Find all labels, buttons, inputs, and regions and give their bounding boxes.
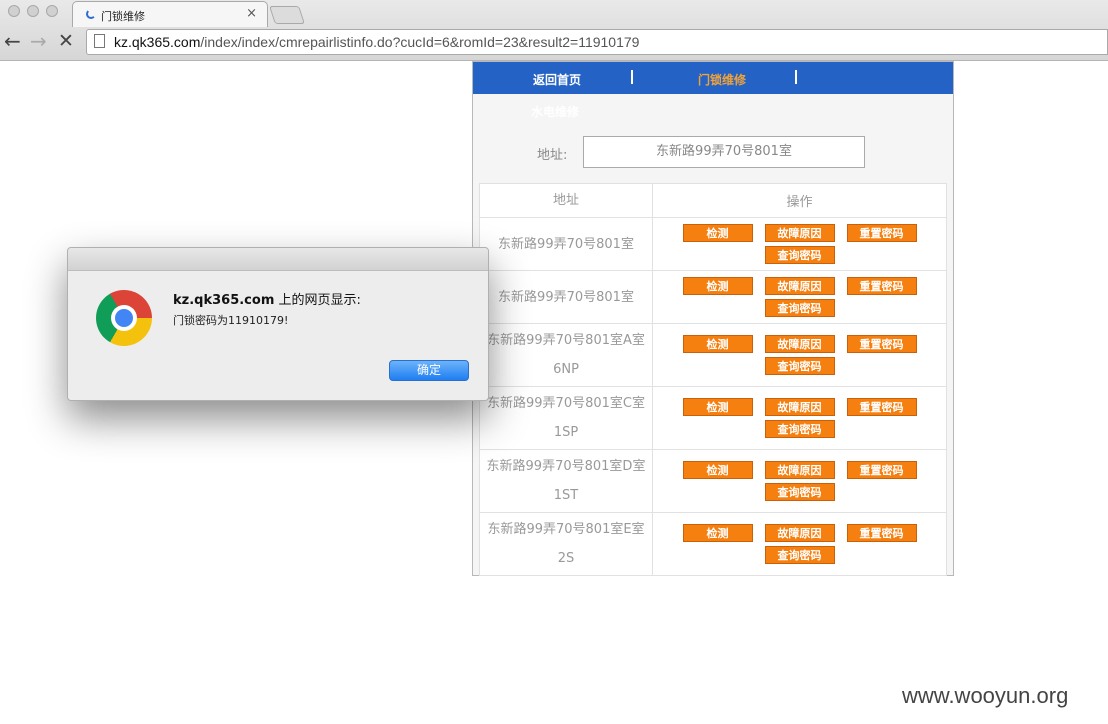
row-address-line: 1ST — [553, 488, 579, 503]
table-row: 东新路99弄70号801室E室 2S 检测 故障原因 重置密码查询密码 — [479, 512, 947, 576]
browser-chrome: 门锁维修 × ← → ✕ kz.qk365.com/index/index/cm… — [0, 0, 1108, 61]
stop-loading-icon[interactable]: ✕ — [58, 31, 74, 51]
row-actions: 检测 故障原因 重置密码查询密码 — [652, 386, 947, 450]
loading-spinner-icon — [86, 9, 96, 19]
row-address-line: 1SP — [553, 425, 579, 440]
fault-reason-button[interactable]: 故障原因 — [764, 277, 835, 295]
reset-password-button[interactable]: 重置密码 — [846, 524, 917, 542]
query-password-button[interactable]: 查询密码 — [764, 420, 835, 438]
top-nav: 返回首页 门锁维修 — [473, 62, 953, 94]
table-row: 东新路99弄70号801室C室 1SP 检测 故障原因 重置密码查询密码 — [479, 386, 947, 450]
nav-divider — [631, 70, 633, 84]
fault-reason-button[interactable]: 故障原因 — [764, 461, 835, 479]
detect-button[interactable]: 检测 — [682, 524, 753, 542]
row-address-line: 东新路99弄70号801室 — [498, 236, 634, 252]
reset-password-button[interactable]: 重置密码 — [846, 277, 917, 295]
row-actions: 检测 故障原因 重置密码查询密码 — [652, 512, 947, 576]
query-password-button[interactable]: 查询密码 — [764, 483, 835, 501]
forward-arrow-icon[interactable]: → — [30, 31, 47, 51]
reset-password-button[interactable]: 重置密码 — [846, 398, 917, 416]
query-password-button[interactable]: 查询密码 — [764, 246, 835, 264]
query-password-button[interactable]: 查询密码 — [764, 357, 835, 375]
watermark: www.wooyun.org — [902, 683, 1069, 708]
url-text: kz.qk365.com/index/index/cmrepairlistinf… — [114, 34, 640, 50]
room-table: 地址 操作 东新路99弄70号801室 检测 故障原因 重置密码查询密码 东新路99弄7… — [479, 183, 947, 576]
row-actions: 检测 故障原因 重置密码查询密码 — [652, 217, 947, 271]
row-address: 东新路99弄70号801室E室 2S — [479, 512, 653, 576]
reset-password-button[interactable]: 重置密码 — [846, 224, 917, 242]
row-address-line: 东新路99弄70号801室D室 — [486, 459, 646, 474]
address-field[interactable]: 东新路99弄70号801室 — [583, 136, 865, 168]
row-address: 东新路99弄70号801室D室 1ST — [479, 449, 653, 513]
browser-tab[interactable]: 门锁维修 × — [72, 1, 268, 27]
nav-home-link[interactable]: 返回首页 — [533, 71, 581, 88]
dialog-titlebar — [68, 248, 488, 271]
row-address-line: 东新路99弄70号801室C室 — [487, 396, 645, 411]
row-actions: 检测 故障原因 重置密码查询密码 — [652, 323, 947, 387]
fault-reason-button[interactable]: 故障原因 — [764, 335, 835, 353]
detect-button[interactable]: 检测 — [682, 335, 753, 353]
table-row: 东新路99弄70号801室A室 6NP 检测 故障原因 重置密码查询密码 — [479, 323, 947, 387]
address-label: 地址: — [537, 148, 568, 163]
reset-password-button[interactable]: 重置密码 — [846, 335, 917, 353]
column-header-actions: 操作 — [652, 183, 947, 218]
reset-password-button[interactable]: 重置密码 — [846, 461, 917, 479]
tab-title: 门锁维修 — [101, 10, 145, 23]
row-actions: 检测 故障原因 重置密码查询密码 — [652, 449, 947, 513]
chrome-logo-icon — [96, 290, 152, 346]
row-address: 东新路99弄70号801室A室 6NP — [479, 323, 653, 387]
table-row: 东新路99弄70号801室 检测 故障原因 重置密码查询密码 — [479, 217, 947, 271]
row-address: 东新路99弄70号801室C室 1SP — [479, 386, 653, 450]
minimize-window-icon[interactable] — [27, 5, 39, 17]
table-row: 东新路99弄70号801室 检测 故障原因 重置密码查询密码 — [479, 270, 947, 324]
detect-button[interactable]: 检测 — [682, 398, 753, 416]
fault-reason-button[interactable]: 故障原因 — [764, 224, 835, 242]
fault-reason-button[interactable]: 故障原因 — [764, 398, 835, 416]
row-address-line: 东新路99弄70号801室 — [498, 289, 634, 305]
row-address-line: 东新路99弄70号801室E室 — [487, 522, 645, 537]
column-header-address: 地址 — [479, 183, 653, 218]
page-icon — [94, 34, 105, 48]
dialog-title: kz.qk365.com 上的网页显示: — [173, 293, 361, 308]
row-address-line: 2S — [557, 551, 575, 566]
new-tab-button[interactable] — [269, 6, 305, 24]
nav-lock-repair-link[interactable]: 门锁维修 — [698, 71, 746, 88]
query-password-button[interactable]: 查询密码 — [764, 546, 835, 564]
maximize-window-icon[interactable] — [46, 5, 58, 17]
row-address-line: 东新路99弄70号801室A室 — [487, 333, 645, 348]
ok-button[interactable]: 确定 — [389, 360, 469, 381]
row-actions: 检测 故障原因 重置密码查询密码 — [652, 270, 947, 324]
detect-button[interactable]: 检测 — [682, 224, 753, 242]
detect-button[interactable]: 检测 — [682, 461, 753, 479]
nav-divider — [795, 70, 797, 84]
fault-reason-button[interactable]: 故障原因 — [764, 524, 835, 542]
back-arrow-icon[interactable]: ← — [4, 31, 21, 51]
detect-button[interactable]: 检测 — [682, 277, 753, 295]
tab-close-icon[interactable]: × — [246, 6, 257, 21]
repair-panel: 返回首页 门锁维修 水电维修 地址: 东新路99弄70号801室 地址 操作 东… — [472, 61, 954, 576]
row-address-line: 6NP — [553, 362, 579, 377]
row-address: 东新路99弄70号801室 — [479, 217, 653, 271]
row-address: 东新路99弄70号801室 — [479, 270, 653, 324]
alert-dialog: kz.qk365.com 上的网页显示: 门锁密码为11910179! 确定 — [67, 247, 489, 401]
table-row: 东新路99弄70号801室D室 1ST 检测 故障原因 重置密码查询密码 — [479, 449, 947, 513]
dialog-message: 门锁密码为11910179! — [173, 314, 289, 327]
close-window-icon[interactable] — [8, 5, 20, 17]
address-bar[interactable]: kz.qk365.com/index/index/cmrepairlistinf… — [86, 29, 1108, 55]
query-password-button[interactable]: 查询密码 — [764, 299, 835, 317]
nav-plumbing-link[interactable]: 水电维修 — [531, 103, 579, 120]
